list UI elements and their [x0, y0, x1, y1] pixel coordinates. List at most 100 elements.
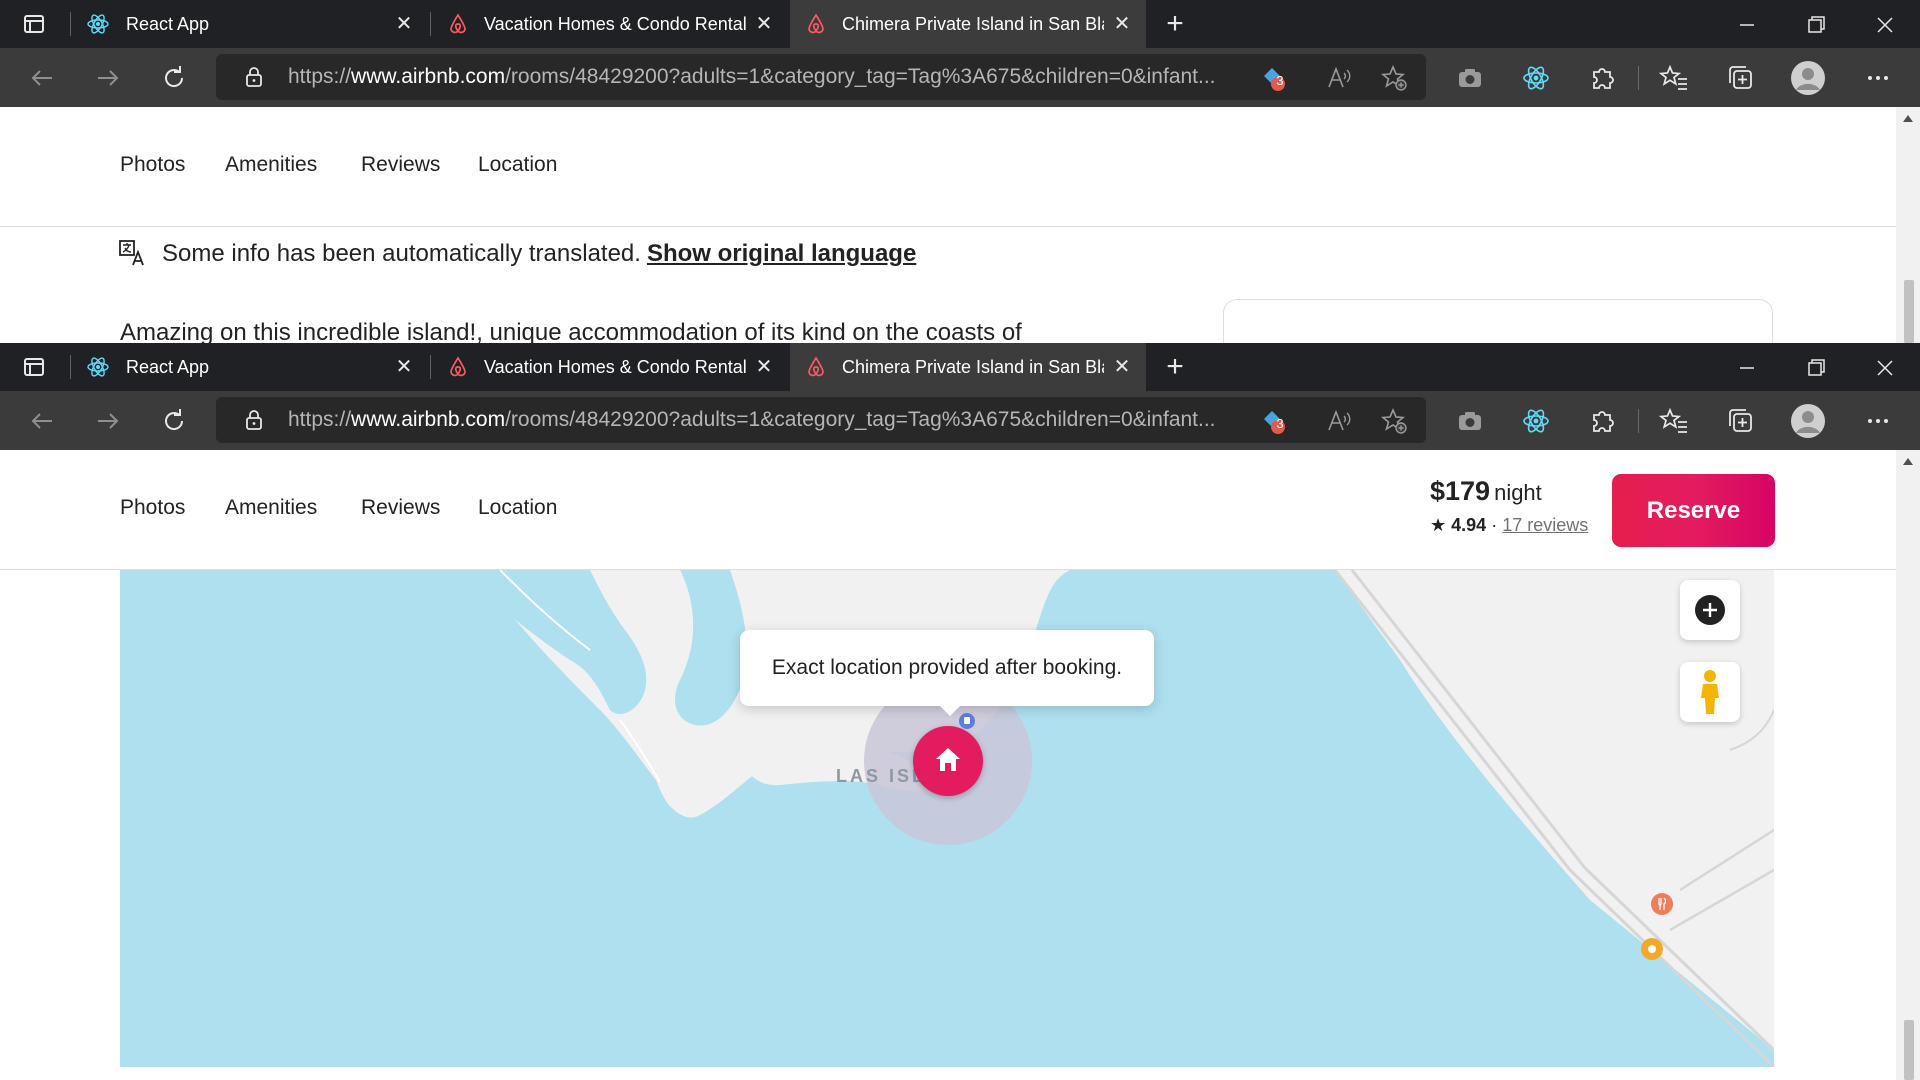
home-pin[interactable]	[913, 726, 983, 796]
translation-notice: Some info has been automatically transla…	[162, 240, 916, 268]
show-original-link[interactable]: Show original language	[647, 240, 916, 267]
new-tab-icon[interactable]: +	[1160, 352, 1190, 383]
back-icon[interactable]	[26, 62, 58, 94]
lock-icon[interactable]	[242, 65, 266, 89]
nav-amenities[interactable]: Amenities	[225, 153, 317, 177]
nav-location[interactable]: Location	[478, 496, 557, 520]
restore-icon[interactable]	[1801, 353, 1831, 383]
tab-actions-icon[interactable]	[22, 12, 46, 36]
close-icon[interactable]: ✕	[752, 12, 776, 36]
add-favorite-icon[interactable]	[1380, 407, 1408, 435]
browser-window-top: React App ✕ Vacation Homes & Condo Renta…	[0, 0, 1920, 343]
nav-amenities[interactable]: Amenities	[225, 496, 317, 520]
tab-bar: React App ✕ Vacation Homes & Condo Renta…	[0, 343, 1920, 391]
avatar[interactable]	[1790, 60, 1826, 96]
star-icon: ★	[1430, 515, 1447, 535]
extensions-icon[interactable]	[1586, 405, 1618, 437]
nightly-price: $179	[1430, 476, 1491, 506]
more-options-icon[interactable]	[1862, 405, 1894, 437]
forward-icon[interactable]	[92, 62, 124, 94]
react-devtools-icon[interactable]	[1520, 62, 1552, 94]
tab-chimera-island[interactable]: Chimera Private Island in San Bla ✕	[790, 0, 1146, 48]
rating-value: 4.94	[1451, 515, 1487, 535]
read-aloud-icon[interactable]	[1326, 408, 1352, 434]
nav-location[interactable]: Location	[478, 153, 557, 177]
booking-card	[1223, 299, 1773, 343]
scroll-thumb[interactable]	[1904, 280, 1914, 343]
minimize-icon[interactable]	[1732, 353, 1762, 383]
nav-photos[interactable]: Photos	[120, 153, 185, 177]
tab-actions-icon[interactable]	[22, 355, 46, 379]
close-icon[interactable]: ✕	[1110, 355, 1134, 379]
zoom-in-button[interactable]	[1680, 580, 1740, 640]
extensions-icon[interactable]	[1586, 62, 1618, 94]
nav-reviews[interactable]: Reviews	[361, 496, 440, 520]
collections-icon[interactable]	[1724, 62, 1756, 94]
airbnb-icon	[808, 356, 824, 377]
close-icon[interactable]: ✕	[752, 355, 776, 379]
scroll-up-icon[interactable]	[1902, 456, 1914, 466]
scroll-up-icon[interactable]	[1902, 113, 1914, 123]
camera-icon[interactable]	[1454, 62, 1486, 94]
new-tab-icon[interactable]: +	[1160, 9, 1190, 40]
restaurant-marker-icon[interactable]	[1650, 892, 1674, 916]
toolbar-divider	[1638, 66, 1639, 90]
url-text[interactable]: https://www.airbnb.com/rooms/48429200?ad…	[288, 397, 1228, 443]
browser-window-bottom: React App ✕ Vacation Homes & Condo Renta…	[0, 343, 1920, 1080]
plus-circle-icon	[1695, 595, 1725, 625]
rating-separator: ·	[1491, 515, 1498, 535]
close-icon[interactable]: ✕	[392, 12, 416, 36]
close-icon[interactable]: ✕	[392, 355, 416, 379]
more-options-icon[interactable]	[1862, 62, 1894, 94]
tab-title: React App	[126, 356, 210, 377]
refresh-icon[interactable]	[158, 405, 190, 437]
scroll-thumb[interactable]	[1904, 1020, 1914, 1080]
forward-icon[interactable]	[92, 405, 124, 437]
close-window-icon[interactable]	[1870, 353, 1900, 383]
scrollbar[interactable]	[1896, 107, 1920, 343]
tab-vacation-homes[interactable]: Vacation Homes & Condo Rental ✕	[432, 0, 788, 48]
toolbar-divider	[1638, 409, 1639, 433]
scrollbar[interactable]	[1896, 450, 1920, 1080]
lock-icon[interactable]	[242, 408, 266, 432]
favorites-icon[interactable]	[1658, 405, 1690, 437]
section-nav: Photos Amenities Reviews Location $179 ni…	[0, 450, 1896, 570]
react-icon	[87, 14, 109, 34]
tab-react-app[interactable]: React App ✕	[72, 343, 428, 391]
url-prefix: https://	[288, 408, 352, 431]
extension-badge-count: 3	[1276, 416, 1284, 431]
airbnb-icon	[450, 13, 466, 34]
reserve-button[interactable]: Reserve	[1612, 474, 1775, 547]
street-view-button[interactable]	[1680, 662, 1740, 722]
address-bar[interactable]: https://www.airbnb.com/rooms/48429200?ad…	[216, 397, 1426, 443]
address-bar[interactable]: https://www.airbnb.com/rooms/48429200?ad…	[216, 54, 1426, 100]
react-devtools-icon[interactable]	[1520, 405, 1552, 437]
camera-icon[interactable]	[1454, 405, 1486, 437]
tab-vacation-homes[interactable]: Vacation Homes & Condo Rental ✕	[432, 343, 788, 391]
add-favorite-icon[interactable]	[1380, 64, 1408, 92]
page-content: LAS ISL Exact location provided after bo…	[0, 450, 1920, 1080]
url-text[interactable]: https://www.airbnb.com/rooms/48429200?ad…	[288, 54, 1228, 100]
reviews-link[interactable]: 17 reviews	[1502, 515, 1588, 535]
airbnb-icon	[450, 356, 466, 377]
refresh-icon[interactable]	[158, 62, 190, 94]
avatar[interactable]	[1790, 403, 1826, 439]
restore-icon[interactable]	[1801, 10, 1831, 40]
nav-photos[interactable]: Photos	[120, 496, 185, 520]
nav-reviews[interactable]: Reviews	[361, 153, 440, 177]
price-summary: $179 night ★ 4.94 · 17 reviews	[1430, 476, 1588, 536]
minimize-icon[interactable]	[1732, 10, 1762, 40]
close-icon[interactable]: ✕	[1110, 12, 1134, 36]
tab-react-app[interactable]: React App ✕	[72, 0, 428, 48]
location-map[interactable]: LAS ISL Exact location provided after bo…	[120, 570, 1774, 1067]
tab-chimera-island[interactable]: Chimera Private Island in San Bla ✕	[790, 343, 1146, 391]
read-aloud-icon[interactable]	[1326, 65, 1352, 91]
favorites-icon[interactable]	[1658, 62, 1690, 94]
collections-icon[interactable]	[1724, 405, 1756, 437]
tab-separator	[430, 355, 431, 379]
back-icon[interactable]	[26, 405, 58, 437]
tab-separator	[430, 12, 431, 36]
place-marker-icon[interactable]	[1640, 937, 1664, 961]
tab-title: Chimera Private Island in San Bla	[842, 13, 1104, 34]
close-window-icon[interactable]	[1870, 10, 1900, 40]
